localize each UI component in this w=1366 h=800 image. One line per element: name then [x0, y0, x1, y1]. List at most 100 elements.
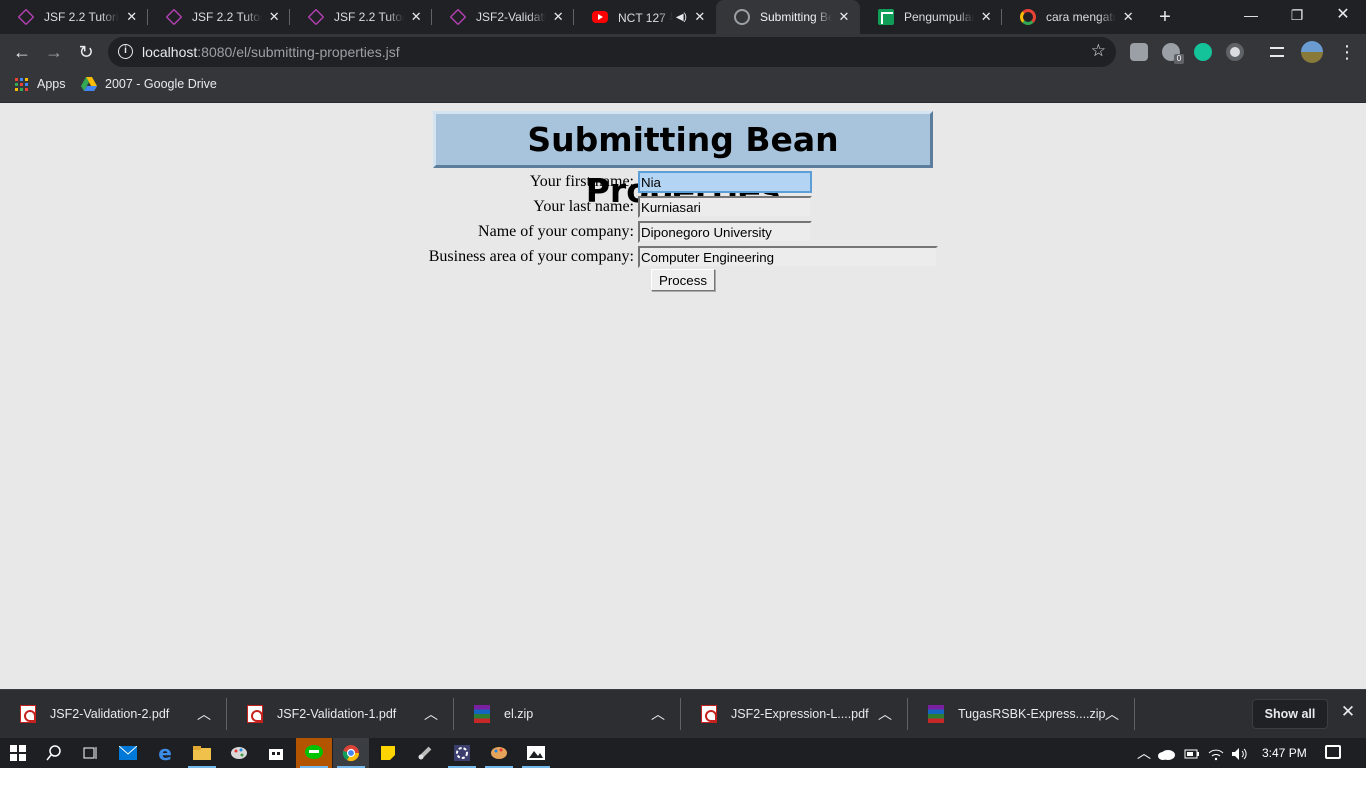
task-view-icon[interactable]: [72, 738, 108, 768]
apps-grid-icon: [15, 77, 28, 91]
record-extension-icon[interactable]: [1226, 43, 1244, 61]
chevron-up-icon[interactable]: ︿: [424, 704, 438, 724]
show-hidden-icons-icon[interactable]: ︿: [1137, 738, 1151, 768]
page-content: Submitting Bean Properties Your first na…: [0, 103, 1366, 689]
tab-close-icon[interactable]: ✕: [694, 9, 706, 25]
download-filename: JSF2-Validation-1.pdf: [277, 707, 397, 721]
company-input[interactable]: [638, 221, 812, 243]
process-button[interactable]: Process: [651, 269, 715, 291]
address-bar[interactable]: i localhost:8080/el/submitting-propertie…: [108, 37, 1116, 67]
browser-tab-active[interactable]: Submitting Bean ✕: [716, 0, 860, 34]
page-title: Submitting Bean Properties: [433, 111, 933, 210]
show-all-button[interactable]: Show all: [1252, 699, 1328, 729]
screen-margin: [0, 768, 1366, 800]
profile-avatar[interactable]: [1301, 41, 1323, 63]
browser-tab[interactable]: JSF 2.2 Tutorial ✕: [0, 0, 148, 34]
chrome-taskbar-icon[interactable]: [333, 738, 369, 768]
settings-tool-icon[interactable]: [407, 738, 443, 768]
tab-close-icon[interactable]: ✕: [268, 9, 280, 25]
bookmark-label: 2007 - Google Drive: [105, 77, 217, 91]
file-explorer-icon[interactable]: [184, 738, 220, 768]
browser-tab[interactable]: JSF2-Validation ✕: [432, 0, 574, 34]
close-window-icon[interactable]: ✕: [1320, 0, 1366, 30]
back-icon[interactable]: ←: [10, 40, 34, 64]
photos-icon[interactable]: [518, 738, 554, 768]
tab-title: Pengumpulan: [904, 10, 975, 24]
bookmark-label: Apps: [37, 77, 66, 91]
tab-title: cara mengatur: [1046, 10, 1117, 24]
browser-tab[interactable]: JSF 2.2 Tutorial ✕: [290, 0, 432, 34]
store-icon[interactable]: [258, 738, 294, 768]
chrome-menu-icon[interactable]: ⋮: [1338, 40, 1356, 64]
download-filename: el.zip: [504, 707, 534, 721]
bookmark-apps[interactable]: Apps: [15, 77, 66, 91]
bookmarks-bar: Apps 2007 - Google Drive: [0, 70, 1366, 103]
download-filename: JSF2-Expression-L....pdf: [731, 707, 869, 721]
wifi-icon[interactable]: [1208, 738, 1224, 768]
minimize-icon[interactable]: —: [1228, 0, 1274, 30]
browser-tab[interactable]: JSF 2.2 Tutorial ✕: [148, 0, 290, 34]
download-filename: TugasRSBK-Express....zip: [958, 707, 1106, 721]
chevron-up-icon[interactable]: ︿: [197, 704, 211, 724]
edge-icon[interactable]: e: [147, 738, 183, 768]
download-item[interactable]: JSF2-Validation-2.pdf ︿: [0, 690, 227, 738]
info-icon[interactable]: i: [118, 44, 133, 59]
chevron-up-icon[interactable]: ︿: [1105, 704, 1119, 724]
browser-tab[interactable]: NCT 127 무대 ◀) ✕: [574, 0, 716, 34]
tab-title: JSF 2.2 Tutorial: [44, 10, 119, 24]
tab-close-icon[interactable]: ✕: [980, 9, 992, 25]
tab-close-icon[interactable]: ✕: [410, 9, 422, 25]
sticky-notes-icon[interactable]: [370, 738, 406, 768]
forward-icon[interactable]: →: [42, 40, 66, 64]
line-app-icon[interactable]: [296, 738, 332, 768]
action-center-icon[interactable]: [1325, 745, 1341, 759]
download-item[interactable]: JSF2-Validation-1.pdf ︿: [227, 690, 454, 738]
zip-file-icon: [474, 705, 490, 723]
first-name-input[interactable]: [638, 171, 812, 193]
restore-icon[interactable]: ❐: [1274, 0, 1320, 30]
bookmark-star-icon[interactable]: ☆: [1091, 41, 1106, 61]
last-name-label: Your last name:: [533, 198, 634, 215]
tab-close-icon[interactable]: ✕: [552, 9, 564, 25]
chevron-up-icon[interactable]: ︿: [878, 704, 892, 724]
last-name-input[interactable]: [638, 196, 812, 218]
new-tab-button[interactable]: +: [1154, 6, 1176, 28]
tab-strip: JSF 2.2 Tutorial ✕ JSF 2.2 Tutorial ✕ JS…: [0, 0, 1366, 34]
paint-3d-icon[interactable]: [481, 738, 517, 768]
chevron-up-icon[interactable]: ︿: [651, 704, 665, 724]
browser-tab[interactable]: cara mengatur ✕: [1002, 0, 1144, 34]
business-area-input[interactable]: [638, 246, 938, 268]
paint-icon[interactable]: [221, 738, 257, 768]
sheets-icon: [878, 9, 894, 25]
download-item[interactable]: el.zip ︿: [454, 690, 681, 738]
browser-tab[interactable]: Pengumpulan ✕: [860, 0, 1002, 34]
battery-icon[interactable]: [1184, 738, 1200, 768]
close-downloads-icon[interactable]: ✕: [1340, 702, 1356, 722]
bookmark-google-drive[interactable]: 2007 - Google Drive: [81, 77, 217, 91]
volume-icon[interactable]: [1231, 738, 1249, 768]
chat-extension-icon[interactable]: [1130, 43, 1148, 61]
windows-start-icon[interactable]: [0, 738, 36, 768]
grammarly-icon[interactable]: [1194, 43, 1212, 61]
jsf-icon: [307, 8, 325, 26]
tab-close-icon[interactable]: ✕: [125, 9, 138, 25]
reload-icon[interactable]: ↻: [74, 40, 98, 64]
pdf-file-icon: [247, 705, 263, 723]
download-item[interactable]: JSF2-Expression-L....pdf ︿: [681, 690, 908, 738]
jsf-icon: [165, 8, 183, 26]
media-controls-icon[interactable]: [1270, 47, 1284, 57]
onedrive-icon[interactable]: [1158, 738, 1176, 768]
clock[interactable]: 3:47 PM: [1262, 738, 1307, 768]
download-item[interactable]: TugasRSBK-Express....zip ︿: [908, 690, 1135, 738]
tab-title: JSF 2.2 Tutorial: [334, 10, 405, 24]
gear-app-icon[interactable]: [444, 738, 480, 768]
tab-close-icon[interactable]: ✕: [838, 9, 850, 25]
search-icon[interactable]: [36, 738, 72, 768]
tab-close-icon[interactable]: ✕: [1122, 9, 1134, 25]
mail-icon[interactable]: [110, 738, 146, 768]
url-text[interactable]: localhost:8080/el/submitting-properties.…: [142, 44, 400, 60]
first-name-label: Your first name:: [529, 173, 634, 190]
speaker-icon[interactable]: ◀): [675, 12, 687, 23]
pdf-file-icon: [20, 705, 36, 723]
extension-badge: 0: [1174, 54, 1184, 64]
